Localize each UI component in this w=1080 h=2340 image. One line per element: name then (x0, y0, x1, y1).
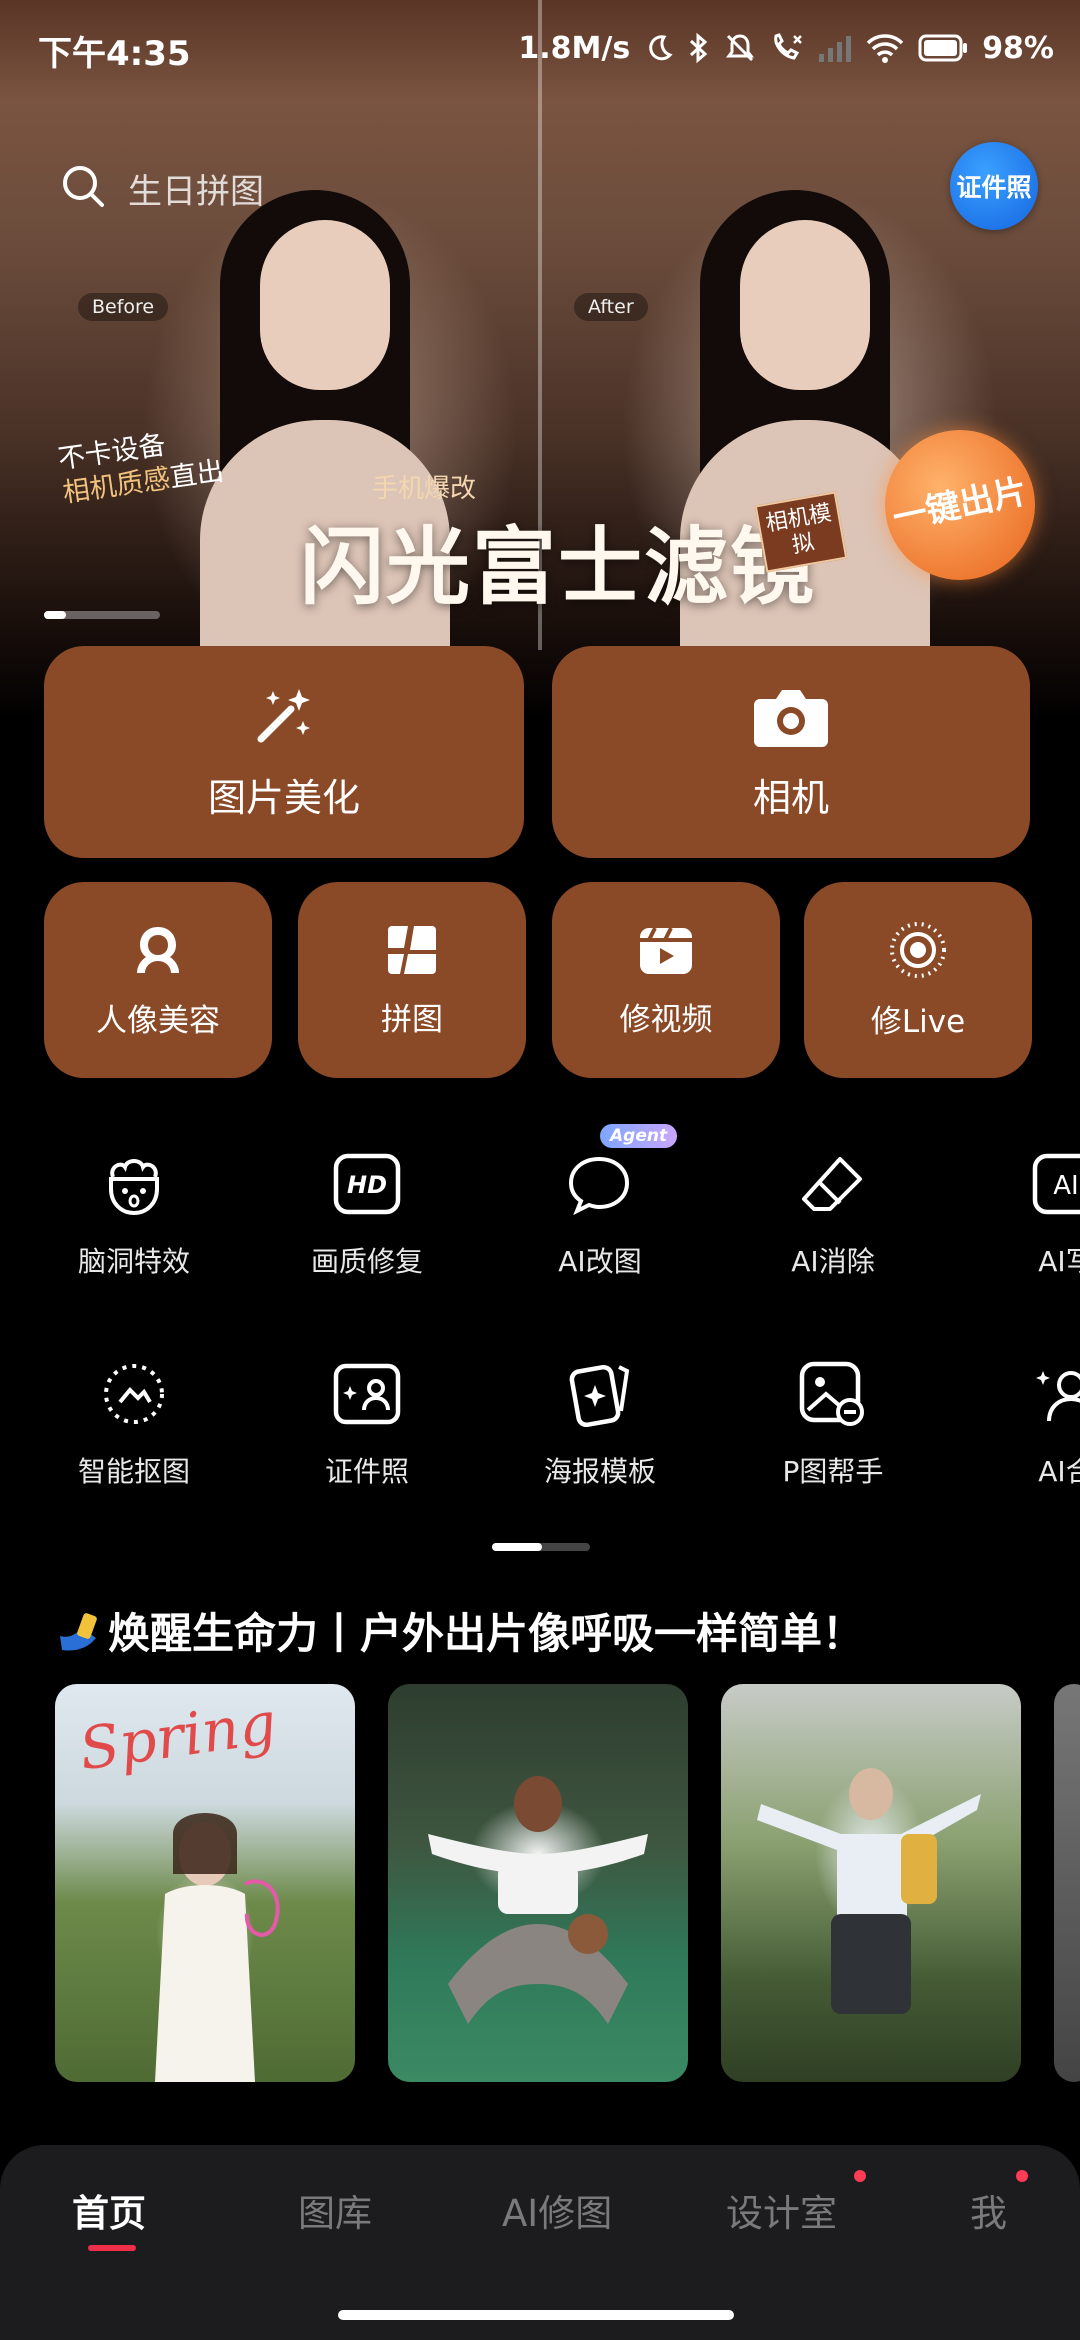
tool-ai-erase[interactable]: AI消除 (728, 1146, 938, 1280)
home-indicator[interactable] (338, 2310, 734, 2320)
tile-edit-live[interactable]: 修Live (804, 882, 1032, 1078)
call-icon (770, 32, 804, 64)
nav-ai-retouch[interactable]: AI修图 (502, 2183, 612, 2237)
tool-brain-effect[interactable]: 脑洞特效 (29, 1146, 239, 1280)
tool-label: AI消除 (791, 1245, 875, 1278)
battery-level: 98% (982, 30, 1054, 66)
signal-icon (818, 34, 852, 62)
tile-label: 拼图 (381, 1001, 443, 1038)
search-placeholder: 生日拼图 (128, 171, 264, 212)
tile-label: 修Live (870, 1003, 966, 1040)
id-photo-shortcut[interactable]: 证件照 (950, 142, 1038, 230)
magic-wand-icon (251, 683, 317, 753)
badge-camera-sim: 相机模拟 (754, 491, 848, 573)
tool-label: AI改图 (558, 1245, 642, 1278)
nav-design-studio[interactable]: 设计室 (726, 2183, 837, 2237)
tool-label: 脑洞特效 (77, 1245, 190, 1278)
video-icon (637, 922, 695, 982)
promo-banner[interactable]: Before After 不卡设备 相机质感直出 手机爆改 闪光富士滤镜 相机模… (0, 0, 1080, 720)
tool-id-photo[interactable]: 证件照 (262, 1356, 472, 1490)
banner-face-before (260, 220, 390, 390)
cutout-icon (96, 1356, 172, 1432)
camera-icon (752, 683, 830, 753)
tile-label: 图片美化 (207, 775, 360, 820)
eraser-icon (795, 1146, 871, 1222)
notification-dot (1016, 2170, 1028, 2182)
article-card-partial[interactable] (1054, 1684, 1080, 2082)
banner-pager (44, 611, 160, 619)
card-photo (155, 1813, 280, 2082)
nav-active-underline (88, 2245, 136, 2251)
banner-title: 闪光富士滤镜 (300, 517, 817, 616)
status-bar: 下午4:35 1.8M/s 98% (0, 0, 1080, 100)
tile-label: 修视频 (619, 1001, 713, 1038)
tile-label: 相机 (752, 775, 829, 820)
tool-ai-edit[interactable]: Agent AI改图 (495, 1124, 705, 1280)
mute-icon (724, 32, 756, 64)
portrait-icon (129, 921, 187, 983)
tool-ai-compose[interactable]: AI合 (961, 1356, 1080, 1490)
tool-smart-cutout[interactable]: 智能抠图 (29, 1356, 239, 1490)
ai-chat-icon: Agent (562, 1124, 678, 1222)
search-bar[interactable]: 生日拼图 (60, 150, 500, 226)
agent-tag: Agent (600, 1124, 678, 1148)
tile-photo-beautify[interactable]: 图片美化 (44, 646, 524, 858)
tile-camera[interactable]: 相机 (552, 646, 1030, 858)
tool-label: 智能抠图 (77, 1455, 190, 1488)
tools-scroll-indicator (492, 1543, 590, 1551)
tile-collage[interactable]: 拼图 (298, 882, 526, 1078)
tool-label: AI写 (1038, 1245, 1080, 1278)
card-photo (428, 1776, 648, 2024)
slogan-line3: 直出 (167, 455, 226, 494)
banner-slogan: 不卡设备 相机质感直出 (56, 421, 226, 511)
network-speed: 1.8M/s (518, 30, 631, 66)
article-title-text: 焕醒生命力丨户外出片像呼吸一样简单！ (108, 1609, 865, 1658)
tool-label: AI合 (1038, 1455, 1080, 1488)
article-card[interactable] (721, 1684, 1021, 2082)
nav-gallery[interactable]: 图库 (298, 2183, 372, 2237)
battery-icon (918, 34, 968, 62)
svg-text:AI: AI (1053, 1171, 1078, 1201)
tool-photo-helper[interactable]: P图帮手 (728, 1356, 938, 1490)
tile-label: 人像美容 (96, 1002, 220, 1039)
tool-poster-template[interactable]: 海报模板 (495, 1356, 705, 1490)
moon-icon (644, 33, 674, 63)
notification-dot (854, 2170, 866, 2182)
ai-compose-icon (1028, 1356, 1080, 1432)
article-card[interactable] (388, 1684, 688, 2082)
id-photo-icon (329, 1356, 405, 1432)
bluetooth-icon (688, 32, 710, 64)
after-tag: After (574, 293, 648, 321)
brain-effect-icon (96, 1146, 172, 1222)
tool-label: 证件照 (324, 1455, 409, 1488)
tool-ai-write[interactable]: AI AI写 (961, 1146, 1080, 1280)
ai-text-icon: AI (1028, 1146, 1080, 1222)
selfie-emoji-icon (56, 1610, 104, 1654)
tile-edit-video[interactable]: 修视频 (552, 882, 780, 1078)
article-card[interactable]: Spring (55, 1684, 355, 2082)
banner-face-after (740, 220, 870, 390)
card-photo (757, 1768, 981, 2014)
svg-text:HD: HD (347, 1171, 387, 1199)
tile-portrait-beauty[interactable]: 人像美容 (44, 882, 272, 1078)
nav-home[interactable]: 首页 (72, 2183, 146, 2237)
collage-icon (384, 922, 440, 982)
status-time: 下午4:35 (38, 34, 191, 74)
hd-icon: HD (329, 1146, 405, 1222)
tool-label: P图帮手 (782, 1455, 884, 1488)
tool-label: 画质修复 (310, 1245, 423, 1278)
wifi-icon (866, 33, 904, 63)
before-tag: Before (78, 293, 169, 321)
tool-hd-restore[interactable]: HD 画质修复 (262, 1146, 472, 1280)
live-icon (888, 920, 948, 984)
poster-icon (562, 1356, 638, 1432)
helper-icon (795, 1356, 871, 1432)
article-title[interactable]: 焕醒生命力丨户外出片像呼吸一样简单！ (56, 1600, 864, 1661)
tool-label: 海报模板 (543, 1455, 656, 1488)
nav-me[interactable]: 我 (970, 2183, 1007, 2237)
search-icon (60, 163, 106, 213)
